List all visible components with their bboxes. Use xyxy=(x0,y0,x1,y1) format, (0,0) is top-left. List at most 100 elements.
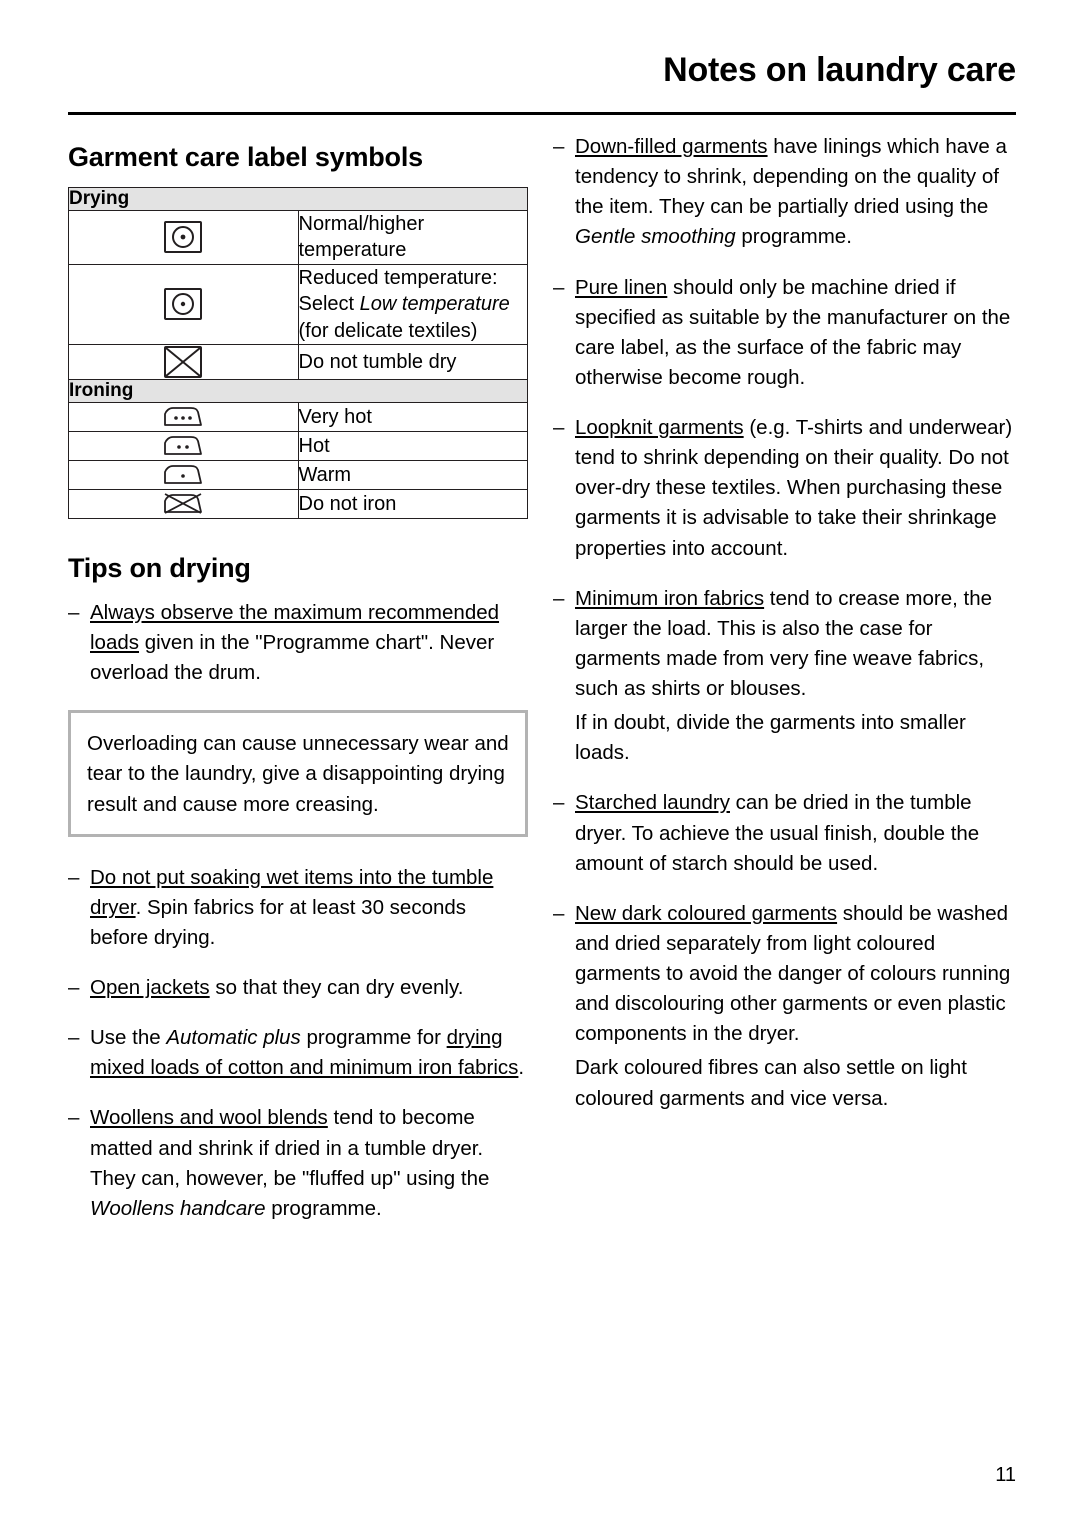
symbol-label: Warm xyxy=(297,459,528,490)
table-row: Reduced temperature: Select Low temperat… xyxy=(68,263,528,345)
do-not-iron-icon xyxy=(68,488,299,519)
note-text: Overloading can cause unnecessary wear a… xyxy=(87,732,509,816)
list-item: – Starched laundry can be dried in the t… xyxy=(553,788,1016,878)
group-heading-ironing: Ironing xyxy=(68,378,528,403)
bullet-post: . xyxy=(518,1056,525,1080)
section-title-garment-care: Garment care label symbols xyxy=(68,142,423,172)
bullet-text: Pure linen should only be machine dried … xyxy=(575,273,1016,394)
symbol-label: Hot xyxy=(297,430,528,461)
bullet-dash: – xyxy=(553,416,565,439)
group-heading-drying: Drying xyxy=(68,187,528,211)
list-item: – Pure linen should only be machine drie… xyxy=(553,273,1016,394)
bullet-pre: Use the xyxy=(90,1026,167,1050)
bullet-mid: If in doubt, divide the garments into sm… xyxy=(575,711,966,765)
bullet-rest: so that they can dry evenly. xyxy=(209,976,464,1000)
bullet-dash: – xyxy=(68,976,80,1000)
page-title: Notes on laundry care xyxy=(663,51,1016,89)
list-item: – New dark coloured garments should be w… xyxy=(553,899,1016,1050)
emphasis-underline: Loopknit garments xyxy=(575,416,744,439)
header-divider xyxy=(68,112,1016,115)
emphasis-italic: Gentle smoothing xyxy=(575,225,736,249)
bullet-text: Use the Automatic plus programme for dry… xyxy=(90,1023,528,1083)
emphasis-italic: Woollens handcare xyxy=(90,1196,266,1220)
bullet-dash: – xyxy=(68,1106,80,1130)
bullet-post: programme. xyxy=(265,1196,382,1220)
list-item: – Use the Automatic plus programme for d… xyxy=(68,1023,528,1083)
bullet-dash xyxy=(553,1053,575,1113)
bullet-post: programme. xyxy=(735,225,852,249)
bullet-text: New dark coloured garments should be was… xyxy=(575,899,1016,1050)
reduced-temp-line2-pre: Select xyxy=(298,293,360,316)
table-group-header-drying: Drying xyxy=(68,187,528,211)
bullet-dash: – xyxy=(553,275,565,299)
list-item: Dark coloured fibres can also settle on … xyxy=(553,1053,1016,1113)
bullet-dash: – xyxy=(68,600,80,624)
table-group-header-ironing: Ironing xyxy=(68,378,528,403)
symbol-label: Do not iron xyxy=(297,488,528,519)
bullet-dash: – xyxy=(68,1026,80,1050)
symbol-label: Do not tumble dry xyxy=(297,343,528,380)
iron-three-dots-icon xyxy=(68,401,299,432)
table-row: Very hot xyxy=(68,401,528,432)
right-column: – Down-filled garments have linings whic… xyxy=(553,132,1016,1134)
bullet-text: Starched laundry can be dried in the tum… xyxy=(575,788,1016,878)
emphasis-underline: Starched laundry xyxy=(575,791,730,815)
reduced-temp-line3: (for delicate textiles) xyxy=(298,319,478,342)
document-page: Notes on laundry care Garment care label… xyxy=(0,0,1080,1529)
list-item: – Always observe the maximum recommended… xyxy=(68,598,528,688)
emphasis-underline: Woollens and wool blends xyxy=(90,1106,328,1130)
bullet-text: Loopknit garments (e.g. T-shirts and und… xyxy=(575,413,1016,564)
bullet-dash: – xyxy=(553,586,565,610)
bullet-dash: – xyxy=(68,865,80,889)
bullet-dash xyxy=(553,708,575,768)
emphasis-underline: Open jackets xyxy=(90,976,210,1000)
emphasis-italic: Automatic plus xyxy=(166,1026,301,1050)
note-box: Overloading can cause unnecessary wear a… xyxy=(68,710,528,837)
tumble-dry-normal-icon xyxy=(68,210,299,265)
do-not-tumble-dry-icon xyxy=(68,343,299,380)
list-item: If in doubt, divide the garments into sm… xyxy=(553,708,1016,768)
list-item: – Minimum iron fabrics tend to crease mo… xyxy=(553,584,1016,705)
bullet-mid: Dark coloured fibres can also settle on … xyxy=(575,1056,967,1110)
list-item: – Open jackets so that they can dry even… xyxy=(68,973,528,1003)
bullet-text: Always observe the maximum recommended l… xyxy=(90,598,528,688)
page-header: Notes on laundry care xyxy=(68,51,1016,89)
bullet-mid: programme for xyxy=(300,1026,447,1050)
emphasis-underline: Minimum iron fabrics xyxy=(575,586,765,610)
bullet-text: Minimum iron fabrics tend to crease more… xyxy=(575,584,1016,705)
list-item: – Woollens and wool blends tend to becom… xyxy=(68,1103,528,1224)
bullet-rest: . Spin fabrics for at least 30 seconds b… xyxy=(90,895,467,949)
section-title-tips-on-drying: Tips on drying xyxy=(68,552,251,583)
left-column: Garment care label symbols Drying Normal… xyxy=(68,132,528,1244)
table-row: Hot xyxy=(68,430,528,461)
page-number: 11 xyxy=(995,1464,1016,1486)
tumble-dry-reduced-icon xyxy=(68,263,299,345)
bullet-text: Do not put soaking wet items into the tu… xyxy=(90,863,528,953)
symbol-label-multiline: Reduced temperature: Select Low temperat… xyxy=(297,263,528,345)
table-row: Warm xyxy=(68,459,528,490)
table-row: Do not iron xyxy=(68,488,528,519)
iron-two-dots-icon xyxy=(68,430,299,461)
table-row: Do not tumble dry xyxy=(68,343,528,380)
bullet-dash: – xyxy=(553,901,565,925)
table-row: Normal/higher temperature xyxy=(68,210,528,265)
symbol-label: Normal/higher temperature xyxy=(297,210,528,265)
emphasis-underline: New dark coloured garments xyxy=(575,901,838,925)
bullet-text: Open jackets so that they can dry evenly… xyxy=(90,973,528,1003)
emphasis-underline: Down-filled garments xyxy=(575,135,768,158)
bullet-rest: given in the "Programme chart". Never ov… xyxy=(90,631,495,685)
bullet-text: Woollens and wool blends tend to become … xyxy=(90,1103,528,1224)
list-item: – Loopknit garments (e.g. T-shirts and u… xyxy=(553,413,1016,564)
list-item: – Down-filled garments have linings whic… xyxy=(553,132,1016,253)
bullet-text: Down-filled garments have linings which … xyxy=(575,132,1016,253)
bullet-dash: – xyxy=(553,135,565,158)
bullet-text: Dark coloured fibres can also settle on … xyxy=(575,1053,1016,1113)
list-item: – Do not put soaking wet items into the … xyxy=(68,863,528,953)
reduced-temp-line1: Reduced temperature: xyxy=(298,266,498,289)
emphasis-underline: Pure linen xyxy=(575,275,668,299)
symbol-label: Very hot xyxy=(297,401,528,432)
bullet-dash: – xyxy=(553,791,565,815)
iron-one-dot-icon xyxy=(68,459,299,490)
reduced-temp-line2-italic: Low temperature xyxy=(359,293,510,316)
bullet-text: If in doubt, divide the garments into sm… xyxy=(575,708,1016,768)
